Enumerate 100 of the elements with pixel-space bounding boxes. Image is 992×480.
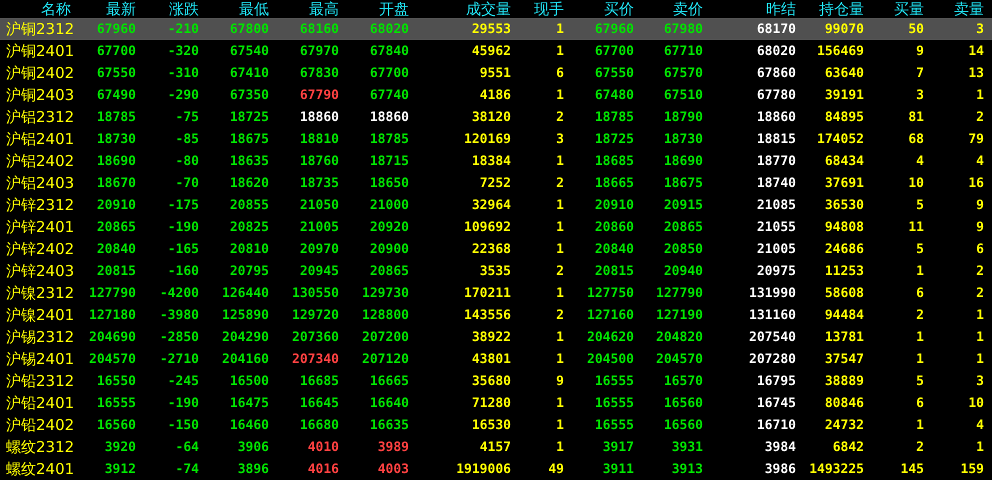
table-cell-text: 3906: [236, 438, 270, 456]
table-cell-text: 2: [555, 174, 565, 192]
table-cell-text: 1: [975, 328, 985, 346]
quote-row[interactable]: 沪铜2312 67960 -210 67800 68160 68020 29553 1 67960 67980 68170 99070 50 3: [0, 18, 992, 40]
contract-name: 沪铅2312: [5, 371, 75, 392]
table-cell-text: 18665: [594, 174, 635, 192]
table-cell-text: 18770: [756, 152, 797, 170]
contract-name: 沪镍2312: [5, 283, 75, 304]
column-header[interactable]: 成交量: [413, 0, 515, 18]
table-cell-text: -2850: [158, 328, 200, 346]
table-cell-text: 68020: [756, 42, 797, 60]
table-cell-text: 20865: [368, 262, 410, 280]
table-cell-text: 109692: [463, 218, 512, 236]
table-cell-text: 4003: [376, 460, 410, 478]
table-cell-text: 21005: [298, 218, 340, 236]
column-header[interactable]: 卖量: [928, 0, 988, 18]
table-cell-text: 20860: [594, 218, 635, 236]
table-cell-text: -290: [166, 86, 200, 104]
table-cell-text: 18725: [228, 108, 270, 126]
contract-name: 沪铅2402: [5, 415, 75, 436]
table-cell-text: 18740: [756, 174, 797, 192]
table-cell-text: 6: [975, 240, 985, 258]
table-cell-text: 127750: [586, 284, 635, 302]
table-cell-text: 18860: [756, 108, 797, 126]
table-cell-text: 18690: [96, 152, 137, 170]
column-header[interactable]: 卖价: [638, 0, 707, 18]
column-header[interactable]: 最新: [75, 0, 140, 18]
table-cell-text: -320: [166, 42, 200, 60]
table-cell-text: 18635: [228, 152, 270, 170]
table-cell-text: 204820: [655, 328, 704, 346]
table-cell-text: 16680: [298, 416, 340, 434]
table-cell-text: 68160: [298, 20, 340, 38]
table-cell-text: 1: [975, 306, 985, 324]
table-cell-text: 127790: [655, 284, 704, 302]
column-header[interactable]: 涨跌: [140, 0, 203, 18]
table-cell-text: -64: [174, 438, 200, 456]
column-header[interactable]: 开盘: [343, 0, 413, 18]
contract-name: 沪铜2401: [5, 41, 75, 62]
table-cell-text: 67840: [368, 42, 410, 60]
contract-name: 沪铝2401: [5, 129, 75, 150]
table-cell-text: 20810: [228, 240, 270, 258]
table-cell-text: 18785: [594, 108, 635, 126]
table-cell-text: 21055: [756, 218, 797, 236]
table-cell-text: 1: [975, 350, 985, 368]
table-cell-text: 67790: [298, 86, 340, 104]
table-cell-text: -4200: [158, 284, 200, 302]
table-cell-text: 3: [975, 372, 985, 390]
contract-name: 沪铝2403: [5, 173, 75, 194]
table-cell-text: 22368: [470, 240, 512, 258]
table-cell-text: 20815: [96, 262, 137, 280]
table-cell-text: 58608: [824, 284, 865, 302]
table-cell-text: 67550: [96, 64, 137, 82]
table-cell-text: 68434: [824, 152, 865, 170]
table-cell-text: 35680: [470, 372, 512, 390]
table-cell-text: 10: [967, 394, 985, 412]
column-header[interactable]: 现手: [515, 0, 568, 18]
table-cell-text: 37547: [824, 350, 865, 368]
table-cell-text: 94484: [824, 306, 865, 324]
table-cell-text: 6: [915, 394, 925, 412]
contract-name: 沪锡2401: [5, 349, 75, 370]
table-cell-text: 3911: [602, 460, 635, 478]
column-header[interactable]: 最低: [203, 0, 273, 18]
table-cell-text: 67410: [228, 64, 270, 82]
table-cell-text: -75: [174, 108, 200, 126]
table-cell-text: 67710: [662, 42, 704, 60]
table-cell-text: 207360: [291, 328, 340, 346]
table-cell-text: 5: [915, 372, 925, 390]
table-cell-text: 29553: [470, 20, 512, 38]
table-cell-text: 39191: [824, 86, 865, 104]
table-cell-text: 127180: [88, 306, 137, 324]
table-cell-text: 1: [555, 284, 565, 302]
column-header[interactable]: 昨结: [707, 0, 800, 18]
table-cell-text: 127160: [586, 306, 635, 324]
table-cell-text: 18785: [96, 108, 137, 126]
table-cell-text: 18810: [298, 130, 340, 148]
column-header[interactable]: 买量: [868, 0, 928, 18]
table-cell-text: 67980: [662, 20, 704, 38]
table-cell-text: 204570: [655, 350, 704, 368]
contract-name: 沪铜2402: [5, 63, 75, 84]
contract-name: 沪铝2312: [5, 107, 75, 128]
table-cell-text: 204160: [221, 350, 270, 368]
column-header[interactable]: 买价: [568, 0, 638, 18]
table-cell-text: 1: [555, 394, 565, 412]
table-cell-text: 1: [915, 328, 925, 346]
table-cell-text: 1: [555, 42, 565, 60]
table-cell-text: 18675: [228, 130, 270, 148]
table-cell-text: -160: [166, 262, 200, 280]
table-cell-text: 9: [555, 372, 565, 390]
table-cell-text: 129730: [361, 284, 410, 302]
table-cell-text: 68170: [756, 20, 797, 38]
table-cell-text: 67800: [228, 20, 270, 38]
table-cell-text: 16560: [662, 394, 704, 412]
table-cell-text: 131160: [748, 306, 797, 324]
table-cell-text: 13: [967, 64, 985, 82]
table-cell-text: 3931: [670, 438, 704, 456]
column-header[interactable]: 名称: [0, 0, 75, 18]
table-cell-text: 20840: [96, 240, 137, 258]
table-cell-text: 84895: [824, 108, 865, 126]
column-header[interactable]: 持仓量: [800, 0, 868, 18]
column-header[interactable]: 最高: [273, 0, 343, 18]
